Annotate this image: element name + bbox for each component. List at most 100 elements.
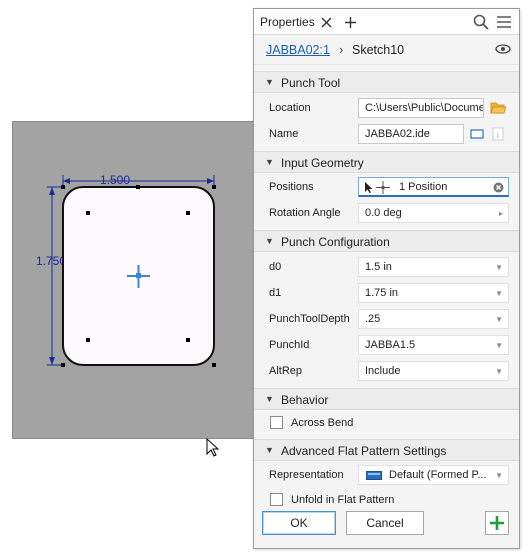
across-bend-row: Across Bend [254,411,519,437]
config-row: d1 1.75 in ▼ [254,280,519,306]
config-value: 1.5 in [365,261,392,273]
search-icon[interactable] [472,13,490,31]
collapse-triangle-icon: ▼ [265,445,274,455]
sketch-point [61,363,65,367]
select-arrow-icon [365,182,373,193]
preview-icon[interactable] [470,129,484,139]
close-icon[interactable] [321,17,332,28]
representation-value: Default (Formed P... [389,469,487,481]
location-field[interactable]: C:\Users\Public\Documer [358,98,484,118]
representation-label: Representation [269,469,344,481]
tab-label: Properties [260,15,315,29]
breadcrumb-sketch: Sketch10 [352,43,405,57]
collapse-triangle-icon: ▼ [265,394,274,404]
sketch-point [186,338,190,342]
name-label: Name [269,128,299,140]
height-dim-text: 1.750 [36,254,66,268]
cancel-button[interactable]: Cancel [346,511,424,535]
representation-dropdown[interactable]: Default (Formed P... ▼ [358,465,509,485]
section-behavior[interactable]: ▼ Behavior [254,388,519,410]
rotation-row: Rotation Angle 0.0 deg ▸ [254,200,519,226]
menu-icon[interactable] [495,13,513,31]
config-label: PunchToolDepth [269,313,350,325]
width-dim-arrow-right [207,178,214,184]
config-label: AltRep [269,365,303,377]
config-value: .25 [365,313,381,325]
sketch-point [61,185,65,189]
height-dim-arrow-top [49,187,55,195]
config-label: PunchId [269,339,310,351]
chevron-down-icon: ▼ [495,341,503,350]
config-row: PunchToolDepth .25 ▼ [254,306,519,332]
name-field[interactable]: JABBA02.ide [358,124,464,144]
panel-header: Properties [254,9,519,35]
section-advanced-flat-pattern[interactable]: ▼ Advanced Flat Pattern Settings [254,439,519,461]
config-dropdown[interactable]: Include ▼ [358,361,509,381]
positions-value: 1 Position [399,181,448,193]
representation-row: Representation Default (Formed P... ▼ [254,462,519,488]
info-icon: i [492,127,504,141]
section-punch-configuration[interactable]: ▼ Punch Configuration [254,230,519,252]
tab-properties[interactable]: Properties [254,9,363,35]
rotation-angle-field[interactable]: 0.0 deg ▸ [358,203,509,223]
chevron-down-icon: ▼ [495,471,503,480]
collapse-triangle-icon: ▼ [265,157,274,167]
config-dropdown[interactable]: 1.75 in ▼ [358,283,509,303]
properties-panel: Properties JABBA02:1 › Sketch10 ▼ Punch … [253,8,520,549]
section-title: Input Geometry [281,156,364,170]
across-bend-label[interactable]: Across Bend [291,417,353,429]
config-value: 1.75 in [365,287,399,299]
width-dimension[interactable]: 1.500 [62,173,215,187]
section-title: Punch Tool [281,76,341,90]
point-crosshair-icon [376,181,390,194]
breadcrumb: JABBA02:1 › Sketch10 [254,35,519,65]
add-button[interactable] [485,511,509,535]
sketch-point [136,185,140,189]
section-input-geometry[interactable]: ▼ Input Geometry [254,151,519,173]
height-dimension[interactable]: 1.750 [36,186,66,366]
ok-button[interactable]: OK [262,511,336,535]
sketch-point [86,338,90,342]
positions-row: Positions 1 Position [254,174,519,200]
chevron-right-icon[interactable]: ▸ [499,209,503,218]
sketch-point [212,185,216,189]
chevron-down-icon: ▼ [495,367,503,376]
config-label: d0 [269,261,282,273]
positions-selector[interactable]: 1 Position [358,177,509,197]
section-punch-tool[interactable]: ▼ Punch Tool [254,71,519,93]
representation-icon [366,471,382,480]
section-title: Behavior [281,393,329,407]
rotation-value: 0.0 deg [365,207,402,219]
location-label: Location [269,102,311,114]
add-tab-icon[interactable] [344,16,357,29]
section-title: Punch Configuration [281,235,390,249]
width-dim-text: 1.500 [100,173,130,187]
config-dropdown[interactable]: 1.5 in ▼ [358,257,509,277]
sketch-point [212,363,216,367]
mouse-cursor-icon [206,438,220,457]
plus-icon [490,516,504,530]
unfold-flat-pattern-label[interactable]: Unfold in Flat Pattern [291,494,394,506]
across-bend-checkbox[interactable] [270,416,283,429]
config-dropdown[interactable]: .25 ▼ [358,309,509,329]
config-value: JABBA1.5 [365,339,416,351]
config-value: Include [365,365,401,377]
config-row: d0 1.5 in ▼ [254,254,519,280]
config-row: AltRep Include ▼ [254,358,519,384]
sketch-point [186,211,190,215]
collapse-triangle-icon: ▼ [265,77,274,87]
unfold-flat-pattern-checkbox[interactable] [270,493,283,506]
height-dim-arrow-bottom [49,357,55,365]
eye-icon[interactable] [495,44,511,54]
chevron-down-icon: ▼ [495,315,503,324]
chevron-right-icon: › [339,42,344,57]
location-row: Location C:\Users\Public\Documer [254,95,519,121]
name-row: Name JABBA02.ide i [254,121,519,147]
config-row: PunchId JABBA1.5 ▼ [254,332,519,358]
clear-selection-icon[interactable] [493,182,504,193]
sketch-point [86,211,90,215]
section-title: Advanced Flat Pattern Settings [281,444,447,458]
config-dropdown[interactable]: JABBA1.5 ▼ [358,335,509,355]
breadcrumb-part-link[interactable]: JABBA02:1 [266,43,330,57]
folder-icon[interactable] [490,101,506,114]
